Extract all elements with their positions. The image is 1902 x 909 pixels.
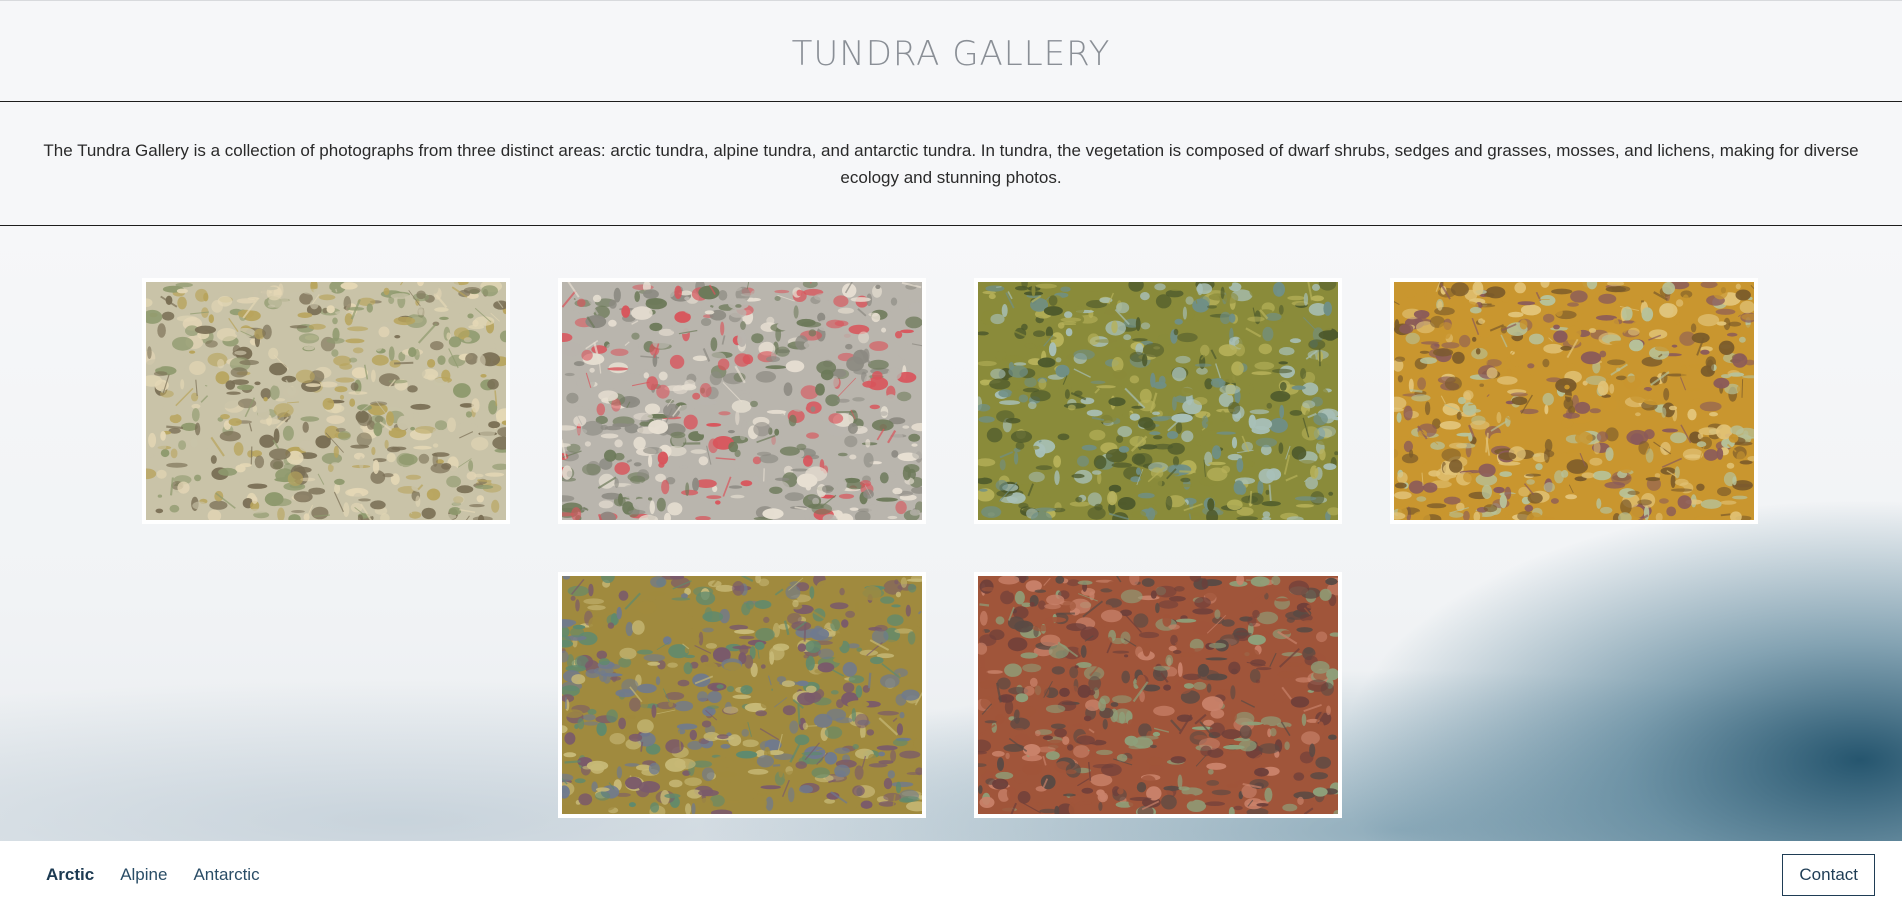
- intro-section: The Tundra Gallery is a collection of ph…: [0, 102, 1902, 226]
- gallery-photo-2[interactable]: [558, 278, 926, 524]
- gallery-photo-5[interactable]: [558, 572, 926, 818]
- region-tabs: Arctic Alpine Antarctic: [46, 865, 260, 885]
- footer-nav: Arctic Alpine Antarctic Contact: [0, 841, 1902, 909]
- site-title: TUNDRA GALLERY: [791, 34, 1111, 74]
- photo-image: [562, 576, 922, 814]
- page: TUNDRA GALLERY The Tundra Gallery is a c…: [0, 0, 1902, 909]
- photo-image: [1394, 282, 1754, 520]
- gallery-photo-6[interactable]: [974, 572, 1342, 818]
- photo-image: [146, 282, 506, 520]
- tab-antarctic[interactable]: Antarctic: [193, 865, 259, 885]
- gallery-photo-1[interactable]: [142, 278, 510, 524]
- contact-button[interactable]: Contact: [1782, 854, 1875, 896]
- photo-image: [978, 282, 1338, 520]
- photo-image: [562, 282, 922, 520]
- intro-text: The Tundra Gallery is a collection of ph…: [43, 140, 1859, 187]
- gallery-photo-4[interactable]: [1390, 278, 1758, 524]
- title-bar: TUNDRA GALLERY: [0, 0, 1902, 102]
- gallery-photo-3[interactable]: [974, 278, 1342, 524]
- photo-image: [978, 576, 1338, 814]
- tab-alpine[interactable]: Alpine: [120, 865, 167, 885]
- tab-arctic[interactable]: Arctic: [46, 865, 94, 885]
- photo-gallery: [0, 226, 1902, 840]
